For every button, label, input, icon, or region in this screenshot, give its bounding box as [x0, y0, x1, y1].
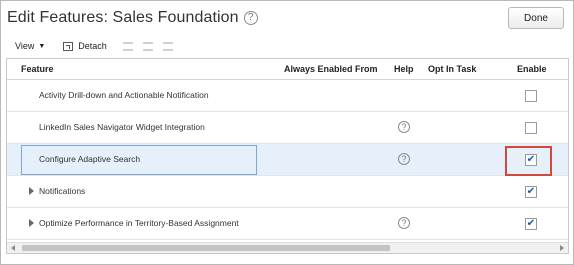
expand-arrow-icon[interactable] [29, 219, 34, 227]
enable-checkbox[interactable] [525, 90, 537, 102]
enable-checkbox[interactable] [525, 122, 537, 134]
view-menu[interactable]: View ▼ [15, 41, 45, 51]
reorder-icon [162, 41, 173, 51]
feature-name: Activity Drill-down and Actionable Notif… [39, 90, 209, 100]
table-header: Feature Always Enabled From Help Opt In … [7, 59, 568, 80]
caret-down-icon: ▼ [38, 42, 46, 50]
feature-name: Notifications [39, 186, 86, 196]
detach-button[interactable]: Detach [63, 41, 107, 51]
scroll-right-icon[interactable] [560, 245, 564, 251]
freeze-icon [122, 41, 133, 51]
help-icon[interactable]: ? [398, 121, 410, 133]
horizontal-scrollbar[interactable] [7, 242, 568, 253]
feature-name: Optimize Performance in Territory-Based … [39, 218, 239, 228]
table-toolbar: View ▼ Detach [15, 39, 173, 53]
column-header-feature[interactable]: Feature [21, 64, 54, 74]
enable-checkbox[interactable]: ✔ [525, 218, 537, 230]
column-header-opt-in-task[interactable]: Opt In Task [428, 64, 476, 74]
feature-name: LinkedIn Sales Navigator Widget Integrat… [39, 122, 205, 132]
dialog-title-text: Edit Features: Sales Foundation [7, 9, 239, 26]
feature-name: Configure Adaptive Search [39, 154, 141, 164]
wrap-icon [142, 41, 153, 51]
enable-checkbox[interactable]: ✔ [525, 186, 537, 198]
help-icon[interactable]: ? [243, 11, 258, 25]
table-row[interactable]: Activity Drill-down and Actionable Notif… [7, 80, 568, 112]
detach-label: Detach [78, 41, 107, 51]
table-row[interactable]: Configure Adaptive Search ? ✔ [7, 144, 568, 176]
expand-arrow-icon[interactable] [29, 187, 34, 195]
edit-features-dialog: Edit Features: Sales Foundation? Done Vi… [0, 0, 574, 265]
help-icon[interactable]: ? [398, 217, 410, 229]
help-icon[interactable]: ? [398, 153, 410, 165]
scroll-left-icon[interactable] [11, 245, 15, 251]
detach-icon [63, 41, 74, 51]
table-row[interactable]: Notifications ✔ [7, 176, 568, 208]
features-table: Feature Always Enabled From Help Opt In … [6, 58, 569, 254]
dialog-title: Edit Features: Sales Foundation? [7, 9, 258, 27]
done-button[interactable]: Done [508, 7, 564, 29]
column-header-help[interactable]: Help [394, 64, 414, 74]
table-row[interactable]: LinkedIn Sales Navigator Widget Integrat… [7, 112, 568, 144]
column-header-enable[interactable]: Enable [517, 64, 547, 74]
view-menu-label: View [15, 41, 35, 51]
column-header-always-enabled-from[interactable]: Always Enabled From [284, 64, 378, 74]
scrollbar-thumb[interactable] [22, 245, 390, 251]
enable-checkbox[interactable]: ✔ [525, 154, 537, 166]
table-row[interactable]: Optimize Performance in Territory-Based … [7, 208, 568, 240]
